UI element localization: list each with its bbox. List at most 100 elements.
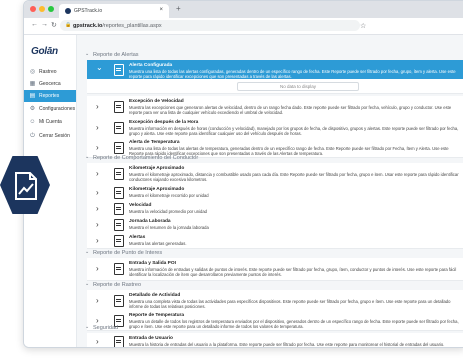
- chevron-down-icon: ⌄: [96, 63, 103, 72]
- report-title: Velocidad: [129, 203, 152, 208]
- url-host: gpstrack.io: [73, 22, 103, 29]
- sidebar-item-cerrar-sesion[interactable]: ⏻ Cerrar Sesión: [24, 130, 76, 142]
- document-icon: [114, 336, 124, 347]
- fence-icon: ▦: [29, 80, 36, 87]
- sidebar-item-label: Geocerca: [39, 81, 61, 87]
- report-row-entrada-usuario[interactable]: › Entrada de Usuario Muestra la historia…: [87, 333, 463, 347]
- report-description: Muestra una completa vista de todas las …: [129, 298, 451, 309]
- section-title: Reporte de Punto de Interes: [93, 249, 163, 256]
- report-title: Kilometraje Aproximado: [129, 166, 185, 171]
- document-icon: [114, 219, 124, 231]
- report-title: Entrada de Usuario: [129, 336, 173, 341]
- section-header-rastreo[interactable]: ⌄ Reporte de Rastreo: [83, 280, 463, 289]
- report-chart-icon: [15, 172, 37, 200]
- chevron-down-icon: ⌄: [85, 281, 90, 287]
- url-path: /reportes_plantillas.aspx: [102, 22, 162, 29]
- report-title: Alerta Configurada: [129, 63, 173, 68]
- address-bar[interactable]: 🔒 gpstrack.io/reportes_plantillas.aspx ☆: [60, 20, 366, 31]
- gear-icon: ⚙: [29, 105, 36, 112]
- document-icon: [114, 187, 124, 199]
- document-icon: [114, 64, 124, 76]
- report-row-detallado-actividad[interactable]: › Detallado de Actividad Muestra una com…: [87, 290, 463, 311]
- forward-icon[interactable]: →: [41, 21, 48, 28]
- report-row-jornada[interactable]: › Jornada Laborada Muestra el resumen de…: [87, 216, 463, 233]
- tab-title: GPSTrack.io: [74, 8, 103, 14]
- expanded-report-panel: No data to display: [87, 79, 463, 94]
- report-description: Muestra las excepciones que generaron al…: [129, 104, 452, 115]
- report-description: Muestra el kilometraje aproximado, dista…: [129, 171, 459, 182]
- reload-icon[interactable]: ↻: [51, 21, 57, 29]
- section-header-punto-interes[interactable]: ⌄ Reporte de Punto de Interes: [83, 248, 463, 257]
- sidebar-item-label: Mi Cuenta: [39, 119, 62, 125]
- sidebar-item-mi-cuenta[interactable]: ☺ Mi Cuenta: [24, 116, 76, 128]
- chevron-right-icon: ›: [96, 123, 99, 132]
- chevron-right-icon: ›: [96, 296, 99, 305]
- chevron-down-icon: ⌄: [85, 324, 90, 330]
- browser-toolbar: ← → ↻ 🔒 gpstrack.io/reportes_plantillas.…: [24, 18, 463, 35]
- report-title: Detallado de Actividad: [129, 293, 181, 298]
- report-title: Excepción después de la Hora: [129, 120, 199, 125]
- section-title: Reporte de Alertas: [93, 51, 139, 58]
- browser-tab[interactable]: GPSTrack.io ×: [59, 4, 169, 18]
- chevron-right-icon: ›: [96, 102, 99, 111]
- report-row-kilometraje-1[interactable]: › Kilometraje Aproximado Muestra el kilo…: [87, 163, 463, 185]
- back-icon[interactable]: ←: [31, 21, 38, 28]
- section-title: Reporte de Rastreo: [93, 281, 141, 288]
- report-title: Reporte de Temperatura: [129, 313, 185, 318]
- zoom-window-dot[interactable]: [48, 6, 54, 12]
- document-icon: [114, 101, 124, 113]
- document-icon: [114, 263, 124, 275]
- section-header-comportamiento[interactable]: ⌄ Reporte de Comportamiento del Conducto…: [83, 153, 463, 162]
- section-header-alertas[interactable]: ⌄ Reporte de Alertas: [83, 50, 463, 59]
- report-description: Muestra la velocidad promedio por unidad: [129, 208, 207, 214]
- report-row-alertas[interactable]: › Alertas Muestra las alertas generadas.: [87, 232, 463, 249]
- document-icon: [114, 168, 124, 180]
- section-header-seguridad[interactable]: ⌄ Seguridad: [83, 323, 463, 332]
- report-row-velocidad[interactable]: › Velocidad Muestra la velocidad promedi…: [87, 200, 463, 217]
- document-icon: [114, 122, 124, 134]
- report-list: ⌄ Reporte de Alertas ⌄ Alerta Configurad…: [77, 35, 463, 347]
- sidebar-item-label: Reportes: [39, 93, 60, 99]
- chevron-right-icon: ›: [96, 169, 99, 178]
- sidebar-item-label: Cerrar Sesión: [39, 133, 70, 139]
- report-title: Entrada y Salida POI: [129, 261, 176, 266]
- chevron-right-icon: ›: [96, 188, 99, 197]
- sidebar-item-reportes[interactable]: ▤ Reportes: [24, 90, 76, 102]
- lock-icon: 🔒: [65, 22, 72, 28]
- sidebar-item-rastreo[interactable]: ◎ Rastreo: [24, 66, 76, 78]
- report-description: Muestra información en después de horas …: [129, 125, 459, 136]
- report-title: Alerta de Temperatura: [129, 140, 180, 145]
- report-icon: ▤: [29, 92, 36, 99]
- sidebar-item-geocerca[interactable]: ▦ Geocerca: [24, 78, 76, 90]
- report-description: Muestra el kilometraje recorrido por uni…: [129, 192, 209, 198]
- report-description: Muestra el resumen de la jornada laborad…: [129, 224, 209, 230]
- chevron-down-icon: ⌄: [85, 154, 90, 160]
- chevron-right-icon: ›: [96, 220, 99, 229]
- report-row-entrada-salida-poi[interactable]: › Entrada y Salida POI Muestra informaci…: [87, 258, 463, 281]
- no-data-message: No data to display: [237, 82, 359, 91]
- report-row-kilometraje-2[interactable]: › Kilometraje Aproximado Muestra el kilo…: [87, 184, 463, 201]
- report-title: Kilometraje Aproximado: [129, 187, 185, 192]
- chevron-down-icon: ⌄: [85, 249, 90, 255]
- tab-close-icon[interactable]: ×: [159, 7, 163, 13]
- chevron-right-icon: ›: [96, 204, 99, 213]
- report-description: Muestra información de entradas y salida…: [129, 266, 457, 277]
- favicon-icon: [65, 8, 71, 14]
- report-title: Jornada Laborada: [129, 219, 171, 224]
- sidebar-item-label: Configuraciones: [39, 106, 76, 112]
- close-window-dot[interactable]: [30, 6, 36, 12]
- section-title: Seguridad: [93, 324, 119, 331]
- report-row-alerta-configurada[interactable]: ⌄ Alerta Configurada Muestra una lista d…: [87, 60, 463, 80]
- tab-strip: GPSTrack.io × +: [24, 1, 463, 18]
- minimize-window-dot[interactable]: [39, 6, 45, 12]
- bookmark-star-icon[interactable]: ☆: [360, 22, 366, 30]
- report-row-excepcion-hora[interactable]: › Excepción después de la Hora Muestra i…: [87, 117, 463, 138]
- document-icon: [114, 203, 124, 215]
- new-tab-icon[interactable]: +: [176, 4, 181, 13]
- section-title: Reporte de Comportamiento del Conductor: [93, 154, 199, 161]
- sidebar-item-configuraciones[interactable]: ⚙ Configuraciones: [24, 103, 76, 115]
- brand-logo[interactable]: Golān: [31, 46, 58, 57]
- report-row-excepcion-velocidad[interactable]: › Excepción de Velocidad Muestra las exc…: [87, 96, 463, 118]
- document-icon: [114, 235, 124, 247]
- logout-icon: ⏻: [30, 132, 35, 139]
